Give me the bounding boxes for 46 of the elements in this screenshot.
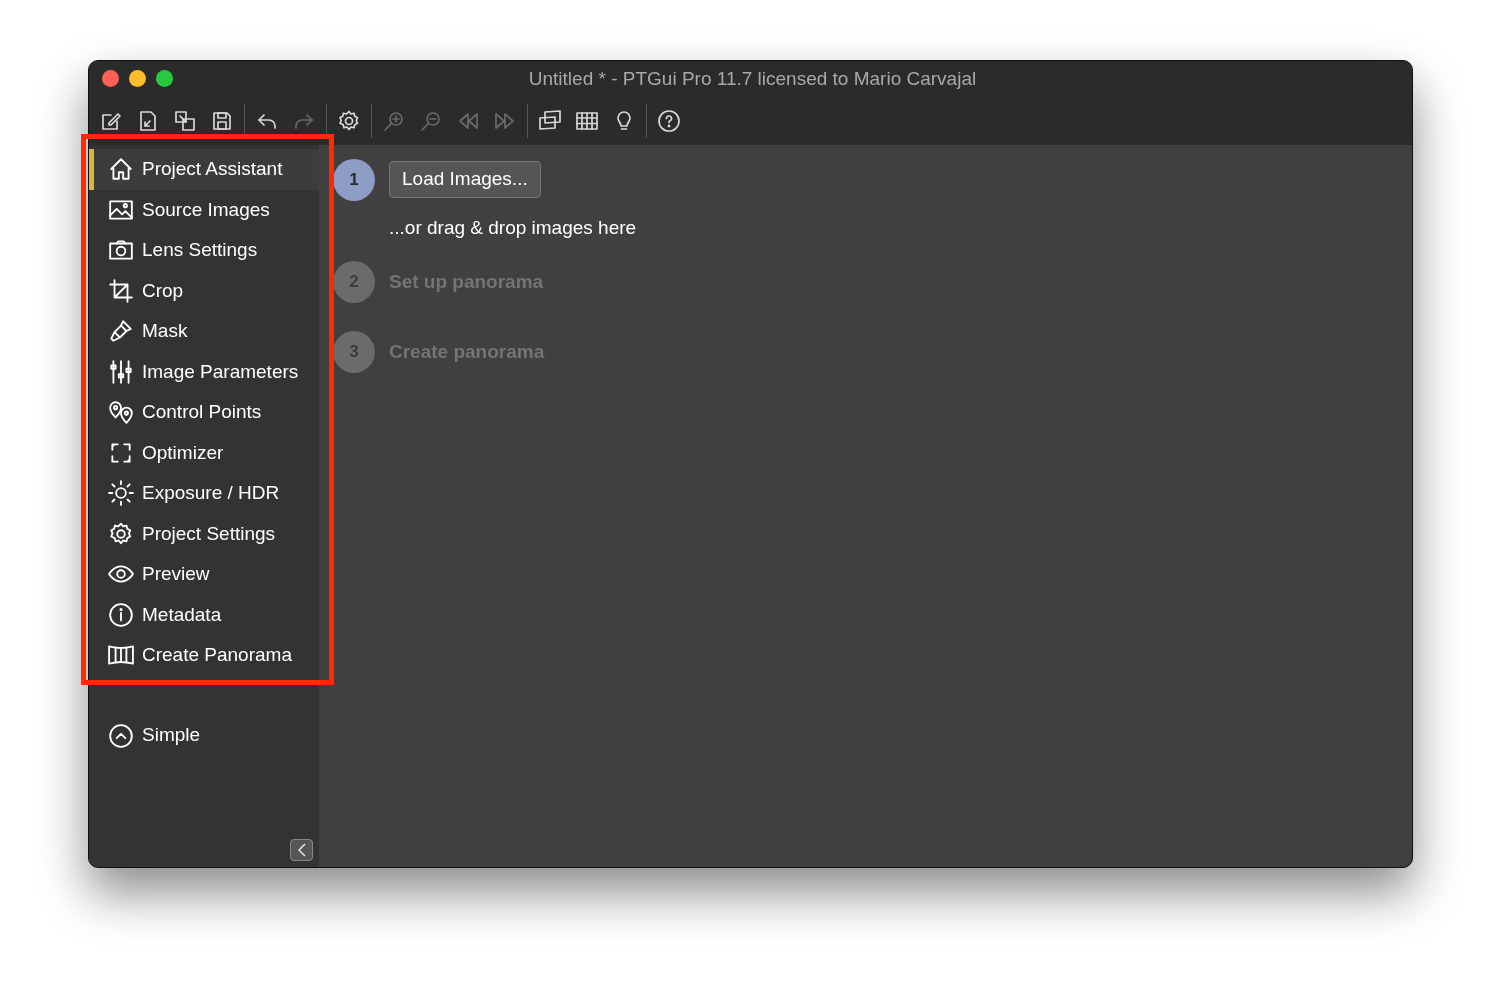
sidebar-item[interactable]: Create Panorama [89, 635, 319, 676]
settings-button[interactable] [337, 109, 361, 133]
sidebar-item[interactable]: Source Images [89, 189, 319, 230]
sidebar-item[interactable]: Lens Settings [89, 230, 319, 271]
sidebar-item[interactable]: Exposure / HDR [89, 473, 319, 514]
load-images-button[interactable]: Load Images... [389, 161, 541, 198]
copy-icon [173, 109, 197, 133]
location-pins-icon [108, 399, 134, 426]
copy-button[interactable] [173, 109, 197, 133]
step-number: 1 [333, 159, 375, 201]
layers-button[interactable] [538, 109, 562, 133]
save-icon [210, 109, 234, 133]
minimize-button[interactable] [129, 70, 146, 87]
sidebar-item[interactable]: Metadata [89, 594, 319, 635]
sidebar-item[interactable]: Image Parameters [89, 351, 319, 392]
zoom-button[interactable] [156, 70, 173, 87]
drop-hint: ...or drag & drop images here [389, 216, 637, 240]
sidebar-item[interactable]: Project Assistant [89, 149, 319, 190]
chevron-up-circle-icon [108, 722, 134, 749]
grid-icon [575, 109, 599, 133]
sidebar-item[interactable]: Optimizer [89, 432, 319, 473]
chevron-left-icon [296, 843, 307, 857]
crop-icon [108, 277, 134, 304]
sliders-icon [108, 358, 134, 385]
simple-mode-toggle[interactable]: Simple [94, 715, 319, 756]
info-icon [108, 601, 134, 628]
help-button[interactable] [657, 109, 681, 133]
sidebar-item[interactable]: Project Settings [89, 513, 319, 554]
sidebar-item[interactable]: Control Points [89, 392, 319, 433]
settings-icon [108, 520, 134, 547]
zoom-out-icon [419, 109, 443, 133]
layers-icon [538, 109, 562, 133]
grid-button[interactable] [575, 109, 599, 133]
zoom-in-icon [382, 109, 406, 133]
sidebar-item[interactable]: Mask [89, 311, 319, 352]
save-button[interactable] [210, 109, 234, 133]
brush-icon [108, 318, 134, 345]
close-button[interactable] [102, 70, 119, 87]
help-icon [657, 109, 681, 133]
sidebar-item[interactable]: Preview [89, 554, 319, 595]
collapse-button[interactable] [290, 839, 313, 861]
window-title: Untitled * - PTGui Pro 11.7 licensed to Mario Carvajal [528, 66, 977, 91]
settings-icon [337, 109, 361, 133]
sidebar-item[interactable]: Crop [89, 270, 319, 311]
home-icon [108, 156, 134, 183]
sun-icon [108, 480, 134, 507]
